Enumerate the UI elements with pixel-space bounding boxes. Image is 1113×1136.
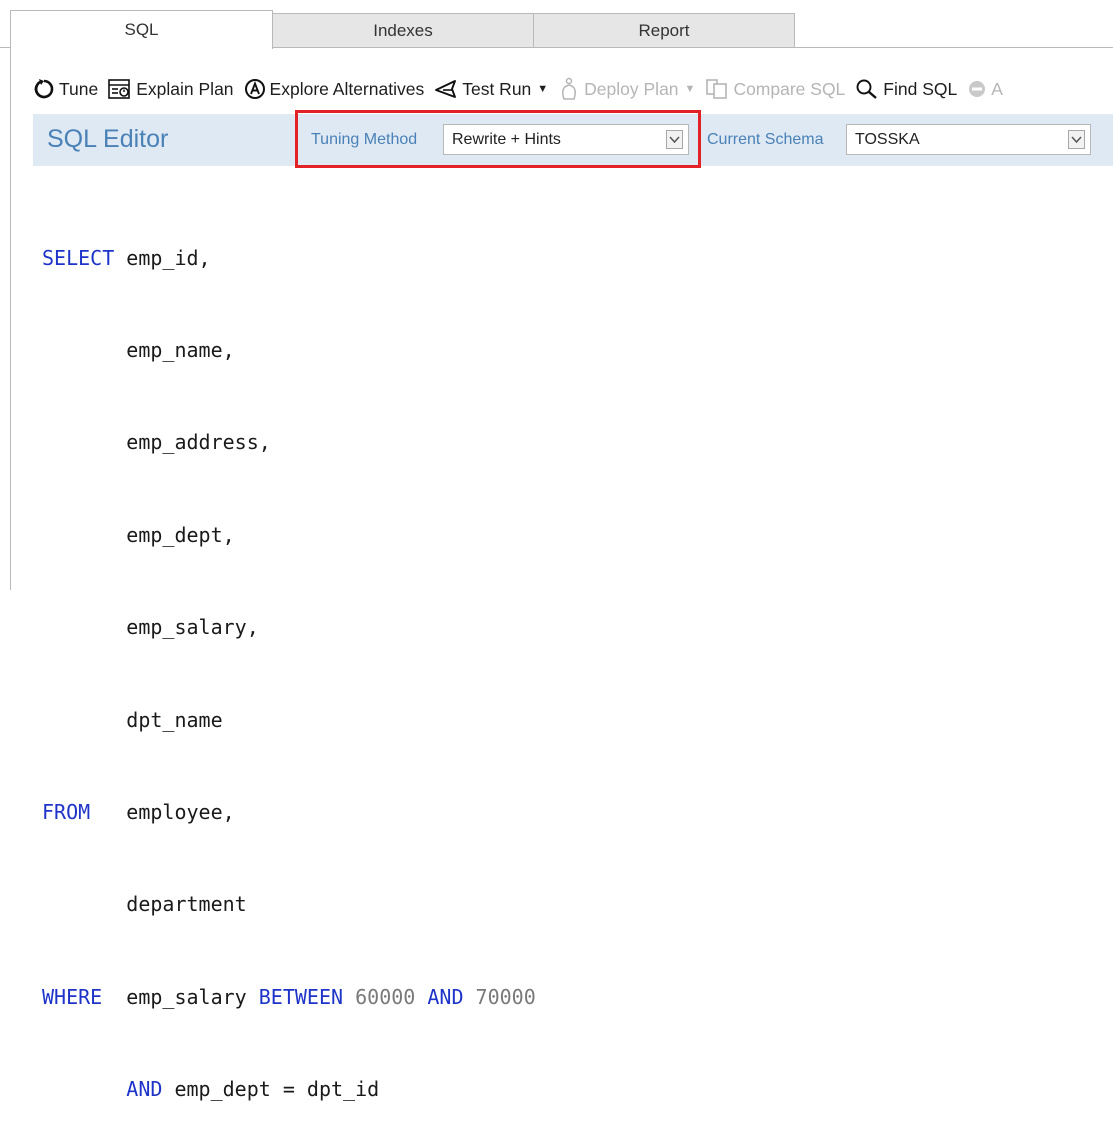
code-line: emp_dept, <box>42 520 536 551</box>
tab-bar: SQL Indexes Report <box>0 10 1113 49</box>
tab-indexes[interactable]: Indexes <box>272 13 534 47</box>
tab-indexes-label: Indexes <box>373 20 433 40</box>
code-line: emp_salary, <box>42 612 536 643</box>
deploy-plan-icon <box>562 77 577 100</box>
editor-title: SQL Editor <box>47 125 169 153</box>
code-line: dpt_name <box>42 705 536 736</box>
find-sql-label: Find SQL <box>883 78 958 99</box>
compare-sql-button[interactable]: Compare SQL <box>705 78 845 100</box>
sql-text: emp_id, <box>114 245 211 270</box>
code-line: emp_address, <box>42 427 536 458</box>
sql-keyword: AND <box>427 984 464 1009</box>
sql-text: department <box>42 892 247 917</box>
tune-label: Tune <box>59 78 99 99</box>
explain-plan-label: Explain Plan <box>136 78 234 99</box>
sql-number: 60000 <box>355 984 416 1009</box>
code-line: AND emp_dept = dpt_id <box>42 1074 536 1105</box>
test-run-button[interactable]: Test Run ▼ <box>434 78 548 100</box>
code-line: SELECT emp_id, <box>42 243 536 274</box>
sql-text: emp_dept, <box>42 522 235 547</box>
editor-header: SQL Editor Tuning Method Rewrite + Hints… <box>33 110 1113 168</box>
tab-sql[interactable]: SQL <box>10 10 273 49</box>
current-schema-value: TOSSKA <box>855 131 920 148</box>
sql-code-editor[interactable]: SELECT emp_id, emp_name, emp_address, em… <box>42 181 536 1136</box>
current-schema-select[interactable]: TOSSKA <box>846 124 1091 155</box>
deploy-plan-dropdown-icon[interactable]: ▼ <box>685 83 696 95</box>
truncated-toolbar-label: A <box>991 78 1003 99</box>
deploy-plan-label: Deploy Plan <box>584 78 679 99</box>
sql-text: emp_salary <box>102 984 259 1009</box>
sql-keyword: FROM <box>42 799 91 824</box>
find-sql-button[interactable]: Find SQL <box>855 78 957 100</box>
code-line: department <box>42 889 536 920</box>
tune-button[interactable]: Tune <box>33 78 98 100</box>
chevron-down-icon[interactable] <box>666 130 683 149</box>
sql-text: employee, <box>90 799 235 824</box>
flask-icon <box>435 80 457 98</box>
code-line: WHERE emp_salary BETWEEN 60000 AND 70000 <box>42 982 536 1013</box>
tune-icon <box>34 79 54 99</box>
explain-plan-button[interactable]: Explain Plan <box>108 78 234 100</box>
tuning-method-value: Rewrite + Hints <box>452 131 561 148</box>
panel-border <box>10 48 11 590</box>
tuning-method-label: Tuning Method <box>311 131 418 148</box>
test-run-label: Test Run <box>462 78 532 99</box>
sql-text: emp_name, <box>42 337 235 362</box>
toolbar: Tune Explain Plan Explore Alternatives T… <box>33 73 1113 105</box>
explore-alternatives-label: Explore Alternatives <box>269 78 425 99</box>
test-run-dropdown-icon[interactable]: ▼ <box>537 83 548 95</box>
sql-keyword: BETWEEN <box>258 984 344 1009</box>
sql-text: emp_address, <box>42 430 271 455</box>
code-line: emp_name, <box>42 335 536 366</box>
current-schema-label: Current Schema <box>707 131 824 148</box>
tab-report-label: Report <box>638 20 690 40</box>
explore-alternatives-icon <box>244 79 265 99</box>
sql-number: 70000 <box>475 984 536 1009</box>
sql-keyword: WHERE <box>42 984 103 1009</box>
sql-text: dpt_name <box>42 707 223 732</box>
sql-indent <box>42 1077 126 1101</box>
truncated-toolbar-button[interactable]: A <box>967 79 1003 100</box>
tab-sql-label: SQL <box>124 20 159 39</box>
compare-icon <box>706 79 728 99</box>
explore-alternatives-button[interactable]: Explore Alternatives <box>244 78 425 100</box>
sql-text: emp_dept = dpt_id <box>162 1077 380 1102</box>
sql-text: emp_salary, <box>42 615 259 640</box>
tab-report[interactable]: Report <box>533 13 795 47</box>
code-line: FROM employee, <box>42 797 536 828</box>
compare-sql-label: Compare SQL <box>733 78 846 99</box>
chevron-down-icon[interactable] <box>1068 130 1085 149</box>
tuning-method-select[interactable]: Rewrite + Hints <box>443 124 689 155</box>
search-icon <box>856 79 878 99</box>
sql-keyword: AND <box>126 1077 163 1102</box>
explain-plan-icon <box>108 79 131 99</box>
stop-icon <box>969 81 986 97</box>
deploy-plan-button[interactable]: Deploy Plan ▼ <box>558 77 695 101</box>
sql-keyword: SELECT <box>42 245 115 270</box>
